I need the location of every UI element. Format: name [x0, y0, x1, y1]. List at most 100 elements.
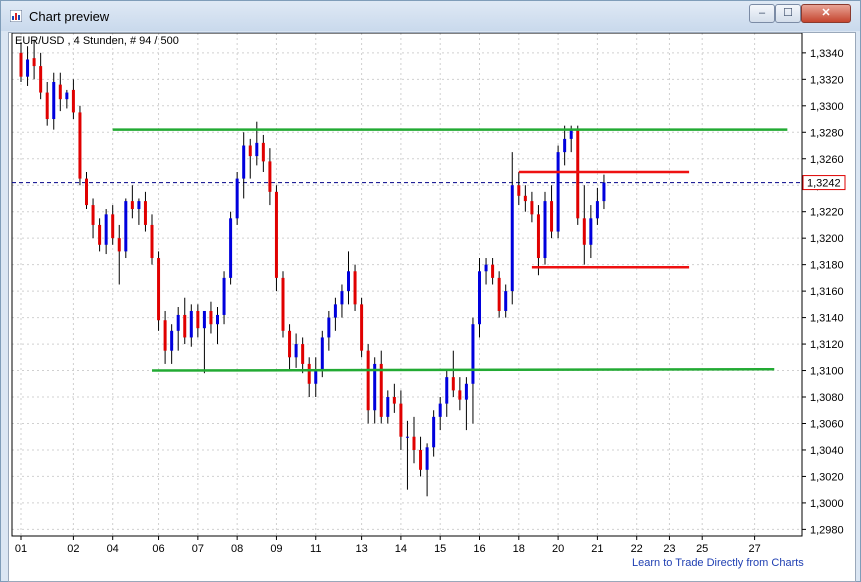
candle	[58, 72, 62, 112]
candle-body	[432, 416, 436, 448]
title-bar[interactable]: Chart preview – ☐ ✕	[1, 1, 860, 31]
candle	[85, 171, 88, 210]
candlestick-chart[interactable]: 1,33401,33201,33001,32801,32601,32401,32…	[9, 33, 855, 581]
candle-body	[78, 112, 82, 179]
candle-body	[45, 92, 49, 120]
candle	[45, 81, 49, 126]
x-tick-label: 01	[15, 543, 27, 555]
candle-body	[196, 310, 200, 329]
learn-to-trade-link[interactable]: Learn to Trade Directly from Charts	[632, 557, 804, 569]
candle-body	[602, 182, 606, 202]
candle-body	[157, 258, 161, 321]
candle	[124, 198, 128, 259]
candle	[294, 333, 298, 368]
candle-body	[301, 344, 305, 364]
candle-body	[386, 397, 390, 417]
candle	[307, 357, 311, 398]
candle-body	[419, 449, 423, 470]
y-tick-label: 1,2980	[810, 524, 844, 536]
candle	[550, 185, 554, 239]
candle	[484, 258, 488, 285]
candle	[563, 125, 567, 166]
candle-body	[202, 310, 206, 329]
candle	[504, 284, 508, 318]
candle	[392, 383, 396, 413]
candle-body	[458, 390, 462, 400]
candle	[189, 304, 193, 347]
close-button[interactable]: ✕	[801, 4, 851, 23]
candle-body	[563, 138, 567, 153]
candle-body	[550, 201, 554, 232]
candle-body	[333, 304, 337, 318]
candle-body	[32, 58, 36, 67]
candle	[595, 187, 599, 225]
candle-body	[497, 277, 501, 311]
candle-body	[150, 224, 154, 259]
candle	[261, 134, 265, 172]
candle	[281, 271, 285, 338]
x-tick-label: 22	[631, 543, 643, 555]
candle-body	[209, 310, 213, 325]
candle-body	[484, 264, 488, 272]
price-label-text: 1,3242	[807, 178, 841, 190]
candle-body	[307, 363, 311, 384]
candle-body	[412, 436, 416, 450]
candle-body	[91, 205, 95, 225]
candle-body	[216, 314, 219, 325]
chart-header: EUR/USD , 4 Stunden, # 94 / 500	[15, 35, 179, 47]
maximize-button[interactable]: ☐	[775, 4, 801, 23]
candle	[78, 105, 82, 186]
candle	[143, 191, 147, 232]
candle	[274, 185, 278, 292]
candle-body	[530, 201, 534, 215]
candle-body	[445, 377, 449, 404]
close-icon: ✕	[821, 7, 831, 19]
candle	[117, 224, 121, 285]
candle	[425, 443, 429, 497]
x-tick-label: 11	[310, 543, 321, 555]
candle-body	[405, 436, 409, 438]
y-tick-label: 1,3080	[810, 392, 844, 404]
candle-body	[71, 89, 75, 113]
minimize-button[interactable]: –	[749, 4, 775, 23]
x-tick-label: 06	[152, 543, 164, 555]
candle	[39, 52, 43, 100]
candle-body	[543, 201, 547, 259]
y-tick-label: 1,3300	[810, 101, 844, 113]
candle-body	[366, 350, 370, 411]
y-tick-label: 1,3180	[810, 260, 844, 272]
candle-body	[589, 218, 593, 245]
candle	[379, 350, 383, 424]
candle	[510, 152, 514, 305]
candle-body	[248, 145, 252, 157]
candle	[19, 42, 23, 82]
candle	[98, 218, 102, 252]
candle-body	[39, 66, 43, 93]
candle-body	[111, 214, 115, 239]
candle	[353, 264, 357, 311]
candle-body	[491, 264, 495, 278]
candle-body	[504, 291, 508, 311]
x-tick-label: 09	[270, 543, 282, 555]
candle	[202, 310, 206, 374]
maximize-icon: ☐	[783, 7, 793, 19]
candle-body	[183, 314, 187, 338]
candle-body	[399, 403, 403, 437]
candle	[104, 209, 108, 255]
candle	[130, 185, 134, 219]
candle-body	[26, 59, 30, 77]
candle	[523, 185, 527, 212]
y-tick-label: 1,3160	[810, 286, 844, 298]
chart-area[interactable]: 1,33401,33201,33001,32801,32601,32401,32…	[8, 32, 856, 582]
candle	[602, 174, 606, 210]
candle	[556, 145, 560, 239]
candle-body	[85, 178, 88, 206]
candle-body	[130, 201, 134, 210]
candle-body	[510, 185, 514, 292]
candle	[150, 214, 154, 265]
candle-body	[229, 218, 233, 278]
candle	[497, 271, 501, 318]
candle	[445, 370, 449, 417]
candle	[229, 211, 233, 285]
y-tick-label: 1,3200	[810, 233, 844, 245]
